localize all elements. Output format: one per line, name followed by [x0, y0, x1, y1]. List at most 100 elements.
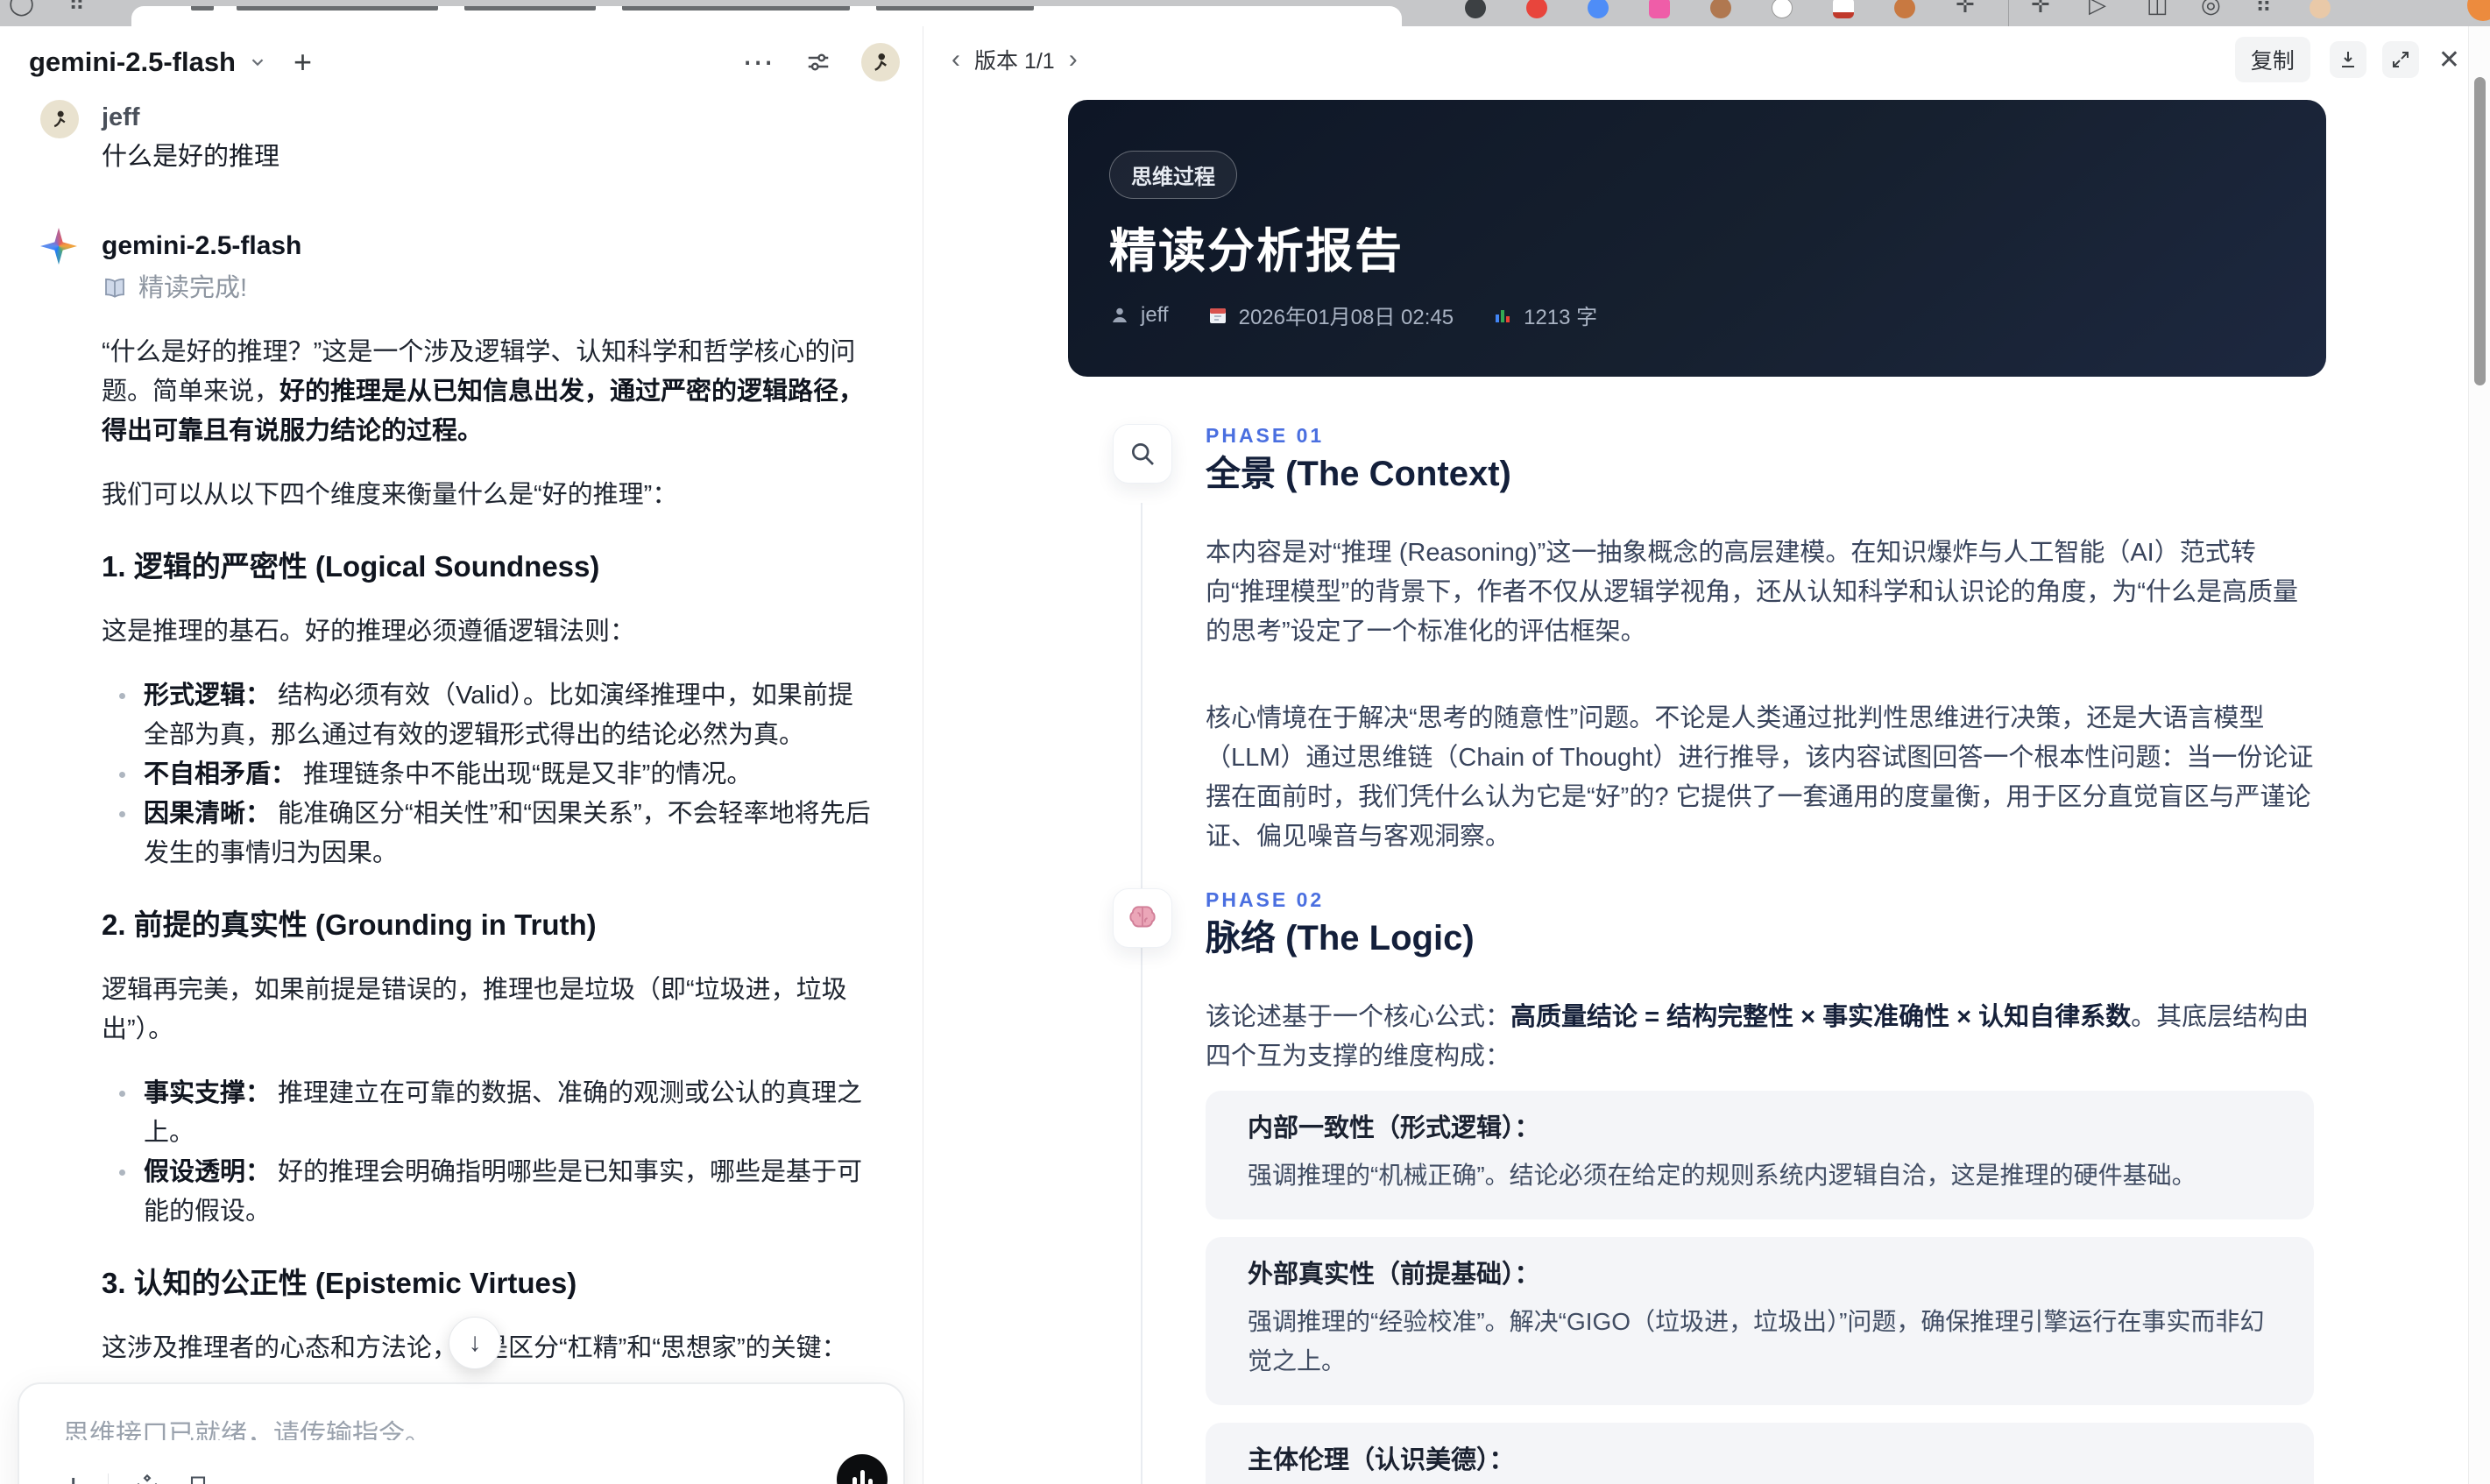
section-heading: 1. 逻辑的严密性 (Logical Soundness): [102, 550, 600, 583]
copy-button[interactable]: 复制: [2234, 37, 2310, 82]
assistant-paragraph: 这是推理的基石。好的推理必须遵循逻辑法则：: [102, 618, 636, 646]
phase-label: PHASE 02: [1206, 888, 1325, 911]
browser-tab[interactable]: [131, 6, 1402, 26]
attach-plus-icon[interactable]: +: [63, 1469, 83, 1484]
phase-title: 全景 (The Context): [1206, 455, 1511, 493]
report-datetime: 2026年01月08日 02:45: [1207, 300, 1454, 330]
new-chat-button[interactable]: +: [294, 46, 312, 78]
extension-icon[interactable]: ✛: [1956, 0, 1975, 18]
calendar-icon: [1209, 307, 1226, 323]
dimension-cards: 内部一致性（形式逻辑）： 强调推理的“机械正确”。结论必须在给定的规则系统内逻辑…: [1206, 1091, 2314, 1484]
tab-favicon: [191, 6, 214, 11]
user-avatar[interactable]: [861, 43, 900, 81]
browser-tool-icon[interactable]: ▷: [2089, 0, 2106, 18]
browser-back-icon[interactable]: ◯: [9, 0, 34, 17]
browser-tool-icon[interactable]: ◫: [2147, 0, 2168, 18]
user-message-text: 什么是好的推理: [102, 143, 280, 171]
screen: ◯ ⠿ ✛ ✛ ▷ ◫ ◎ ⠿ gemini-2.5-flash + ⋯ jef…: [0, 0, 2490, 1484]
extension-icon[interactable]: [1894, 0, 1915, 18]
extension-icon[interactable]: [1588, 0, 1609, 18]
assistant-name: gemini-2.5-flash: [102, 231, 302, 260]
card-title: 外部真实性（前提基础）：: [1248, 1261, 1540, 1289]
status-line: 精读完成!: [102, 269, 873, 308]
scrollbar-thumb[interactable]: [2474, 77, 2486, 385]
scrollbar[interactable]: [2468, 26, 2490, 1484]
message-input[interactable]: [19, 1384, 903, 1440]
composer-divider: [108, 1473, 110, 1484]
open-book-icon: [105, 278, 124, 298]
extension-icon[interactable]: [1526, 0, 1547, 18]
app-window: gemini-2.5-flash + ⋯ jeff 什么是好的推理 gemini…: [0, 26, 2490, 1484]
dimension-card: 外部真实性（前提基础）： 强调推理的“经验校准”。解决“GIGO（垃圾进，垃圾出…: [1206, 1237, 2314, 1405]
card-body: 强调推理的“经验校准”。解决“GIGO（垃圾进，垃圾出）”问题，确保推理引擎运行…: [1248, 1308, 2265, 1374]
scroll-to-bottom-button[interactable]: ↓: [449, 1317, 501, 1369]
dimension-card: 主体伦理（认识美德）： 转向推理者的心理特征。引入奥卡姆剃刀和反向论证，旨在克服…: [1206, 1423, 2314, 1484]
version-next-button[interactable]: ›: [1060, 45, 1086, 74]
browser-tool-icon[interactable]: ⠿: [2255, 0, 2272, 18]
tab-title-fragment: [237, 6, 438, 11]
report-title: 精读分析报告: [1109, 225, 1404, 278]
bullet-list: 事实支撑： 推理建立在可靠的数据、准确的观测或公认的真理之上。 假设透明： 好的推理…: [102, 1074, 873, 1232]
report-meta: jeff 2026年01月08日 02:45 1213 字: [1109, 300, 1597, 330]
bar-chart-icon: [1496, 309, 1510, 322]
status-text: 精读完成!: [138, 274, 248, 302]
bookmark-icon[interactable]: [186, 1474, 210, 1484]
section-heading: 3. 认知的公正性 (Epistemic Virtues): [102, 1267, 577, 1299]
close-panel-button[interactable]: ✕: [2438, 45, 2460, 75]
extension-icon[interactable]: [2467, 0, 2490, 21]
list-item: 因果清晰： 能准确区分“相关性”和“因果关系”，不会轻率地将先后发生的事情归为因果…: [119, 795, 873, 873]
magnifier-icon: [1113, 424, 1172, 484]
model-selector[interactable]: gemini-2.5-flash: [29, 46, 236, 78]
chat-header: gemini-2.5-flash + ⋯: [29, 39, 900, 86]
browser-tool-icon[interactable]: ✛: [2031, 0, 2050, 18]
extension-icon[interactable]: [1649, 0, 1670, 18]
card-body: 强调推理的“机械正确”。结论必须在给定的规则系统内逻辑自洽，这是推理的硬件基础。: [1248, 1162, 2196, 1189]
browser-tool-icon[interactable]: ◎: [2201, 0, 2221, 18]
expand-fullscreen-button[interactable]: [2381, 41, 2419, 78]
extension-icon[interactable]: [1465, 0, 1486, 18]
report-badge: 思维过程: [1109, 151, 1237, 199]
card-title: 内部一致性（形式逻辑）：: [1248, 1114, 1540, 1142]
profile-avatar-icon[interactable]: [2310, 0, 2331, 18]
user-avatar: [40, 100, 79, 138]
report-author: jeff: [1109, 303, 1169, 328]
phase-label: PHASE 01: [1206, 424, 1325, 447]
chevron-down-icon[interactable]: [248, 53, 267, 72]
browser-apps-icon[interactable]: ⠿: [68, 0, 85, 17]
tab-title-fragment: [464, 6, 596, 11]
extension-icon[interactable]: [1772, 0, 1793, 18]
card-title: 主体伦理（认识美德）：: [1248, 1446, 1515, 1474]
section-heading: 2. 前提的真实性 (Grounding in Truth): [102, 908, 597, 941]
extension-icon[interactable]: [1833, 0, 1854, 18]
user-name: jeff: [102, 103, 140, 131]
download-button[interactable]: [2329, 41, 2366, 78]
list-item: 事实支撑： 推理建立在可靠的数据、准确的观测或公认的真理之上。: [119, 1074, 873, 1153]
list-item: 不自相矛盾： 推理链条中不能出现“既是又非”的情况。: [119, 755, 873, 795]
phase-paragraph: 本内容是对“推理 (Reasoning)”这一抽象概念的高层建模。在知识爆炸与人…: [1206, 539, 2298, 646]
sparkle-tools-icon[interactable]: [133, 1473, 161, 1484]
gemini-star-icon: [40, 228, 77, 265]
user-message: jeff 什么是好的推理: [40, 98, 873, 177]
tune-settings-icon[interactable]: [805, 49, 831, 75]
person-icon: [1113, 307, 1127, 322]
voice-input-button[interactable]: [837, 1454, 888, 1484]
browser-chrome: ◯ ⠿ ✛ ✛ ▷ ◫ ◎ ⠿: [0, 0, 2490, 26]
arrow-down-icon: ↓: [468, 1328, 482, 1357]
list-item: 形式逻辑： 结构必须有效（Valid）。比如演绎推理中，如果前提全部为真，那么通过…: [119, 676, 873, 755]
report-body: PHASE 01 全景 (The Context) 本内容是对“推理 (Reas…: [1113, 412, 2314, 1484]
artifact-toolbar: ‹ 版本 1/1 › 复制 ✕: [943, 37, 2460, 82]
phase-section-1: PHASE 01 全景 (The Context) 本内容是对“推理 (Reas…: [1113, 424, 2314, 857]
tab-title-fragment: [622, 6, 850, 11]
toolbar-divider: [2008, 0, 2009, 26]
chat-scroll-area[interactable]: jeff 什么是好的推理 gemini-2.5-flash 精读完成! “什么是…: [40, 98, 873, 1484]
phase-section-2: PHASE 02 脉络 (The Logic) 该论述基于一个核心公式：高质量结…: [1113, 888, 2314, 1077]
more-options-button[interactable]: ⋯: [742, 44, 775, 81]
version-prev-button[interactable]: ‹: [943, 45, 969, 74]
assistant-message: gemini-2.5-flash 精读完成! “什么是好的推理？”这是一个涉及逻…: [40, 226, 873, 1484]
list-item: 假设透明： 好的推理会明确指明哪些是已知事实，哪些是基于可能的假设。: [119, 1153, 873, 1232]
extension-icon[interactable]: [1710, 0, 1731, 18]
tab-title-fragment: [876, 6, 1034, 11]
assistant-paragraph: 我们可以从以下四个维度来衡量什么是“好的推理”：: [102, 481, 678, 509]
assistant-paragraph: “什么是好的推理？”这是一个涉及逻辑学、认知科学和哲学核心的问题。简单来说，好的…: [102, 338, 865, 445]
bullet-list: 形式逻辑： 结构必须有效（Valid）。比如演绎推理中，如果前提全部为真，那么通过…: [102, 676, 873, 873]
